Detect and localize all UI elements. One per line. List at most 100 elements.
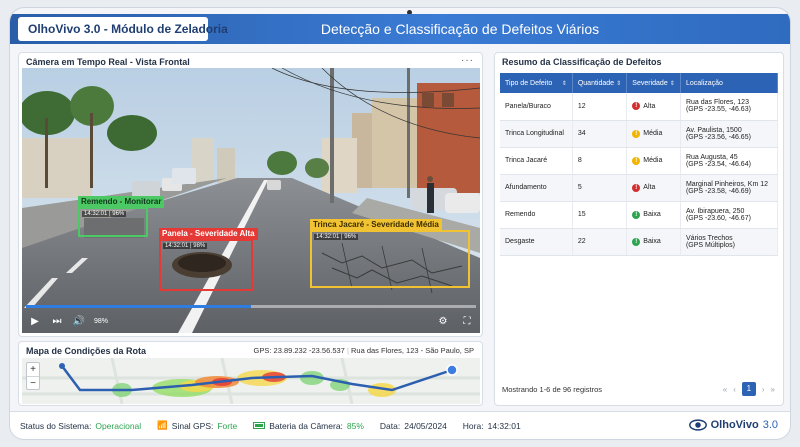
defect-table-body: Panela/Buraco 12! Alta Rua das Flores, 123(… (500, 93, 779, 256)
zoom-out-button[interactable]: − (27, 376, 39, 389)
cell-quantidade: 22 (572, 228, 628, 256)
cell-quantidade: 15 (572, 201, 628, 229)
location-gps: (GPS -23.58, -46.69) (685, 187, 751, 195)
more-options-icon[interactable]: ··· (461, 55, 474, 66)
battery-label: Bateria da Câmera: (269, 420, 343, 431)
defect-summary-panel: Resumo da Classificação de Defeitos Tipo… (494, 52, 784, 406)
system-status-label: Status do Sistema: (20, 420, 92, 431)
table-row[interactable]: Panela/Buraco 12! Alta Rua das Flores, 123(… (500, 93, 779, 121)
table-row[interactable]: Afundamento 5! Alta Marginal Pinheiros, Km … (500, 174, 779, 202)
video-player[interactable]: Remendo - Monitorar 14:32:01 | 96% Panel… (22, 68, 480, 333)
severity-indicator-icon: ! (632, 102, 641, 111)
system-status: Status do Sistema: Operacional (20, 421, 141, 431)
status-bar: Status do Sistema: Operacional 📶 Sinal G… (10, 411, 790, 439)
column-header-localizacao[interactable]: Localização (680, 73, 779, 93)
cell-quantidade: 12 (572, 93, 628, 121)
sort-icon: ⇕ (561, 80, 567, 87)
detection-label: Trinca Jacaré - Severidade Média (310, 219, 442, 231)
gps-signal: 📶 Sinal GPS: Forte (157, 420, 237, 431)
volume-icon[interactable]: 🔊 (72, 316, 86, 327)
column-header-tipo[interactable]: Tipo de Defeito ⇕ (500, 73, 573, 93)
gps-coordinates: GPS: 23.89.232 -23.56.537 (253, 346, 345, 355)
gps-signal-label: Sinal GPS: (171, 420, 214, 431)
time-display: Hora: 14:32:01 (463, 421, 521, 431)
battery-icon (253, 422, 266, 429)
summary-panel-title: Resumo da Classificação de Defeitos (502, 57, 662, 67)
first-page-button[interactable]: « (723, 385, 727, 394)
records-count: Mostrando 1-6 de 96 registros (502, 385, 603, 394)
severity-label: Média (643, 157, 663, 164)
footer-brand: OlhoVivo 3.0 (688, 419, 778, 431)
cell-severidade: ! Alta (626, 93, 681, 121)
page-title: Detecção e Classificação de Defeitos Viá… (320, 21, 600, 37)
brand-version: 3.0 (762, 419, 778, 431)
detection-box-remendo[interactable]: Remendo - Monitorar 14:32:01 | 96% (78, 196, 165, 237)
severity-label: Alta (643, 184, 656, 191)
column-header-severidade[interactable]: Severidade ⇕ (626, 73, 681, 93)
cell-severidade: ! Baixa (626, 201, 681, 229)
cell-localizacao: Rua Augusta, 45 (GPS -23.54, -46.64) (680, 147, 779, 175)
app-window: OlhoVivo 3.0 - Módulo de Zeladoria Detec… (10, 8, 790, 439)
cell-quantidade: 34 (572, 120, 628, 148)
eye-icon (688, 419, 707, 431)
cell-severidade: ! Alta (626, 174, 681, 202)
wifi-signal-icon: 📶 (157, 420, 168, 430)
location-gps: (GPS Múltiplos) (685, 241, 735, 249)
sort-icon: ⇕ (616, 80, 622, 87)
location-address: Av. Paulista, 1500 (685, 126, 742, 134)
table-row[interactable]: Trinca Jacaré 8! Média Rua Augusta, 45 (GPS … (500, 147, 779, 175)
table-row[interactable]: Remendo 15! Baixa Av. Ibirapuera, 250 (GPS -… (500, 201, 779, 229)
video-controls: ▶ ⏭ 🔊 98% ⚙ ⛶ (22, 309, 480, 333)
column-header-quantidade[interactable]: Quantidade ⇕ (572, 73, 628, 93)
route-map[interactable]: + − (22, 358, 480, 404)
severity-indicator-icon: ! (632, 129, 641, 138)
detection-timestamp: 14:32:01 | 96% (82, 211, 127, 217)
detection-label: Remendo - Monitorar (78, 196, 165, 208)
cell-localizacao: Vários Trechos (GPS Múltiplos) (680, 228, 779, 256)
gps-signal-value: Forte (217, 420, 238, 431)
location-address: Vários Trechos (685, 234, 733, 242)
table-row[interactable]: Desgaste 22! Baixa Vários Trechos (GPS Múlti… (500, 228, 779, 256)
last-page-button[interactable]: » (771, 385, 775, 394)
time-label: Hora: (462, 420, 484, 431)
cell-tipo: Panela/Buraco (500, 93, 573, 121)
severity-indicator-icon: ! (632, 210, 641, 219)
camera-panel-title: Câmera em Tempo Real - Vista Frontal (26, 57, 190, 67)
settings-gear-icon[interactable]: ⚙ (436, 316, 450, 327)
table-header-row: Tipo de Defeito ⇕ Quantidade ⇕ Severidade ⇕… (500, 73, 779, 93)
severity-label: Alta (643, 102, 656, 110)
location-gps: (GPS -23.60, -46.67) (685, 214, 751, 222)
camera-battery: Bateria da Câmera: 85% (253, 421, 364, 431)
cell-tipo: Remendo (500, 201, 573, 229)
location-gps: (GPS -23.56, -46.65) (685, 133, 751, 141)
camera-panel: Câmera em Tempo Real - Vista Frontal ··· (18, 52, 483, 337)
cell-quantidade: 8 (572, 147, 628, 175)
route-heatmap (22, 358, 480, 404)
current-address: Rua das Flores, 123 - São Paulo, SP (351, 346, 474, 355)
video-progress-bar[interactable] (26, 305, 476, 308)
prev-page-button[interactable]: ‹ (733, 385, 736, 394)
next-page-button[interactable]: › (762, 385, 765, 394)
cell-tipo: Trinca Longitudinal (500, 120, 573, 148)
cell-tipo: Desgaste (500, 228, 573, 256)
location-address: Av. Ibirapuera, 250 (685, 207, 745, 215)
table-row[interactable]: Trinca Longitudinal 34! Média Av. Paulista,… (500, 120, 779, 148)
severity-label: Baixa (643, 238, 661, 245)
sort-icon: ⇕ (669, 80, 675, 87)
video-progress-fill (26, 305, 251, 308)
location-gps: (GPS -23.55, -46.63) (685, 106, 751, 114)
detection-box-trinca-jacare[interactable]: Trinca Jacaré - Severidade Média 14:32:0… (310, 219, 470, 288)
app-header: OlhoVivo 3.0 - Módulo de Zeladoria Detec… (10, 14, 790, 44)
skip-next-icon[interactable]: ⏭ (50, 316, 64, 327)
detection-box-panela[interactable]: Panela - Severidade Alta 14:32:01 | 98% (159, 228, 258, 291)
play-icon[interactable]: ▶ (28, 316, 42, 327)
cell-severidade: ! Média (626, 147, 681, 175)
map-gps-readout: GPS: 23.89.232 -23.56.537 | Rua das Flor… (253, 346, 474, 355)
fullscreen-icon[interactable]: ⛶ (460, 316, 474, 327)
volume-level: 98% (94, 317, 109, 325)
cell-localizacao: Av. Ibirapuera, 250 (GPS -23.60, -46.67) (680, 201, 779, 229)
cell-quantidade: 5 (572, 174, 628, 202)
location-address: Rua Augusta, 45 (685, 153, 738, 161)
current-page-button[interactable]: 1 (741, 382, 756, 396)
zoom-in-button[interactable]: + (27, 363, 39, 376)
